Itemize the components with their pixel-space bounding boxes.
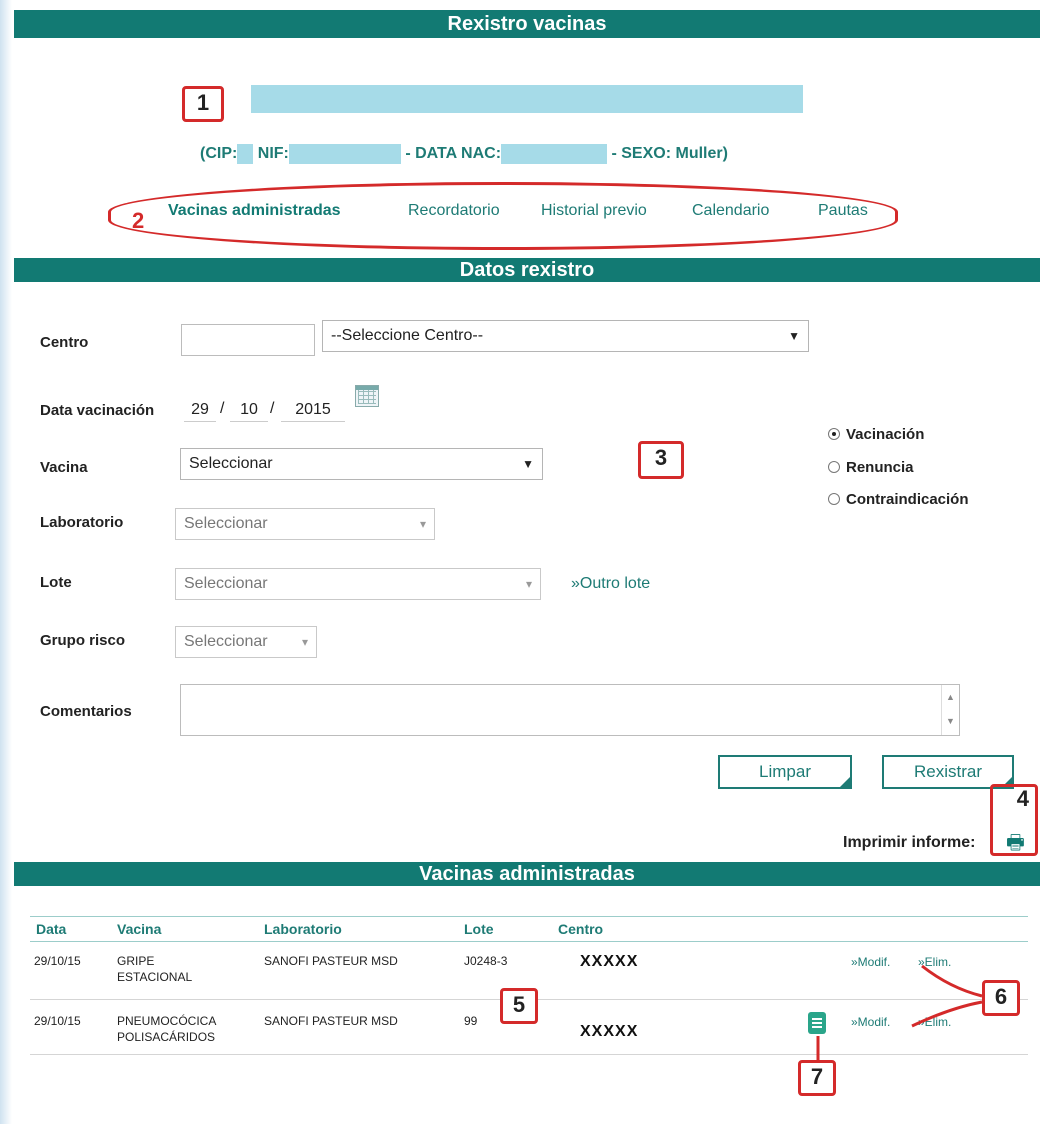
annotation-arrows — [816, 964, 983, 1060]
